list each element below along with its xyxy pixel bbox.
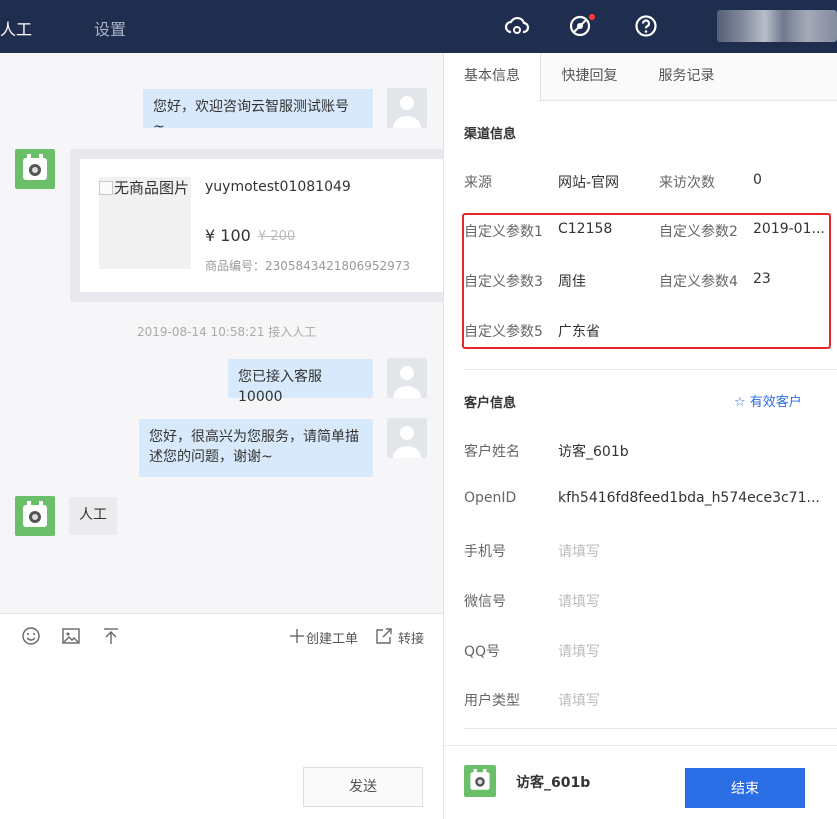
plus-icon[interactable] — [287, 626, 307, 646]
transfer-button[interactable]: 转接 — [398, 628, 424, 647]
image-icon[interactable] — [61, 626, 81, 646]
section-divider — [464, 369, 837, 370]
broken-image-icon — [99, 181, 113, 195]
session-footer: 访客_601b 结束 — [444, 745, 837, 819]
star-icon: ☆ — [734, 395, 746, 410]
tab-service-record[interactable]: 服务记录 — [638, 53, 735, 101]
custom-param-3-value: 周佳 — [558, 274, 586, 290]
nav-tab-settings[interactable]: 设置 — [94, 16, 126, 40]
help-icon[interactable] — [633, 13, 659, 39]
top-bar: 人工 设置 — [0, 0, 837, 53]
message-service-greeting: 您好，很高兴为您服务，请简单描述您的问题，谢谢~ — [139, 419, 373, 477]
custom-param-5-value: 广东省 — [558, 324, 600, 340]
nav-tab-manual[interactable]: 人工 — [0, 16, 32, 40]
info-tabs: 基本信息 快捷回复 服务记录 — [444, 53, 837, 102]
visitor-avatar — [387, 88, 427, 128]
product-code: 商品编号：2305843421806952973 — [205, 259, 411, 273]
phone-label: 手机号 — [464, 544, 506, 560]
visits-label: 来访次数 — [659, 175, 715, 191]
product-card[interactable]: 无商品图片 yuymotest01081049 ¥ 100 ¥ 200 商品编号… — [70, 149, 443, 302]
visitor-bot-avatar — [464, 765, 496, 797]
bot-avatar — [15, 149, 55, 189]
product-card-body: 无商品图片 yuymotest01081049 ¥ 100 ¥ 200 商品编号… — [80, 159, 443, 292]
customer-name-value[interactable]: 访客_601b — [558, 441, 629, 461]
visits-value: 0 — [753, 172, 762, 188]
emoji-icon[interactable] — [21, 626, 41, 646]
source-value: 网站-官网 — [558, 175, 620, 191]
channel-info-title: 渠道信息 — [464, 127, 517, 142]
product-original-price: ¥ 200 — [258, 229, 296, 244]
custom-param-5-label: 自定义参数5 — [464, 324, 543, 340]
product-price: ¥ 100 — [205, 226, 251, 245]
section-divider — [464, 728, 837, 729]
user-type-label: 用户类型 — [464, 693, 520, 709]
visitor-avatar — [387, 418, 427, 458]
custom-param-2-label: 自定义参数2 — [659, 224, 738, 240]
wechat-input[interactable]: 请填写 — [558, 591, 600, 611]
phone-input[interactable]: 请填写 — [558, 541, 600, 561]
wechat-label: 微信号 — [464, 594, 506, 610]
product-image-alt: 无商品图片 — [114, 179, 190, 197]
product-image-placeholder: 无商品图片 — [99, 177, 191, 269]
tab-basic-info[interactable]: 基本信息 — [444, 53, 541, 102]
valid-customer-label: 有效客户 — [749, 395, 802, 410]
message-user-manual: 人工 — [69, 497, 117, 535]
openid-value[interactable]: kfh5416fd8feed1bda_h574ece3c71... — [558, 490, 823, 506]
custom-param-3-label: 自定义参数3 — [464, 274, 543, 290]
notification-dot — [589, 14, 595, 20]
end-session-button[interactable]: 结束 — [685, 768, 805, 808]
transfer-time-note: 2019-08-14 10:58:21 接入人工 — [137, 325, 317, 339]
custom-param-4-value: 23 — [753, 271, 771, 287]
qq-input[interactable]: 请填写 — [558, 641, 600, 661]
create-ticket-button[interactable]: 创建工单 — [306, 628, 358, 647]
transfer-icon[interactable] — [374, 626, 394, 646]
message-agent-connected: 您已接入客服10000 — [228, 359, 373, 405]
custom-param-4-label: 自定义参数4 — [659, 274, 738, 290]
chat-history: 您好，欢迎咨询云智服测试账号 ~ 无商品图片 yuymotest01081049… — [0, 53, 443, 613]
cloud-sync-icon[interactable] — [504, 13, 530, 39]
valid-customer-button[interactable]: ☆ 有效客户 — [734, 391, 802, 410]
upload-icon[interactable] — [101, 626, 121, 646]
send-button[interactable]: 发送 — [303, 767, 423, 807]
message-toolbar: 创建工单 转接 — [0, 613, 443, 658]
customer-name-label: 客户姓名 — [464, 444, 520, 460]
custom-param-1-value: C12158 — [558, 221, 613, 237]
message-welcome: 您好，欢迎咨询云智服测试账号 ~ — [143, 89, 373, 135]
visitor-avatar — [387, 358, 427, 398]
user-account-avatar[interactable] — [717, 10, 837, 42]
session-visitor-name: 访客_601b — [516, 775, 591, 791]
bot-avatar — [15, 496, 55, 536]
user-type-input[interactable]: 请填写 — [558, 690, 600, 710]
tab-quick-reply[interactable]: 快捷回复 — [541, 53, 638, 101]
customer-info-panel: 基本信息 快捷回复 服务记录 渠道信息 来源 网站-官网 来访次数 0 自定义参… — [444, 53, 837, 819]
custom-param-2-value: 2019-01... — [753, 221, 825, 237]
customer-info-title: 客户信息 — [464, 396, 517, 411]
qq-label: QQ号 — [464, 644, 501, 660]
source-label: 来源 — [464, 175, 492, 191]
custom-param-1-label: 自定义参数1 — [464, 224, 543, 240]
product-title: yuymotest01081049 — [205, 179, 351, 195]
openid-label: OpenID — [464, 490, 517, 506]
